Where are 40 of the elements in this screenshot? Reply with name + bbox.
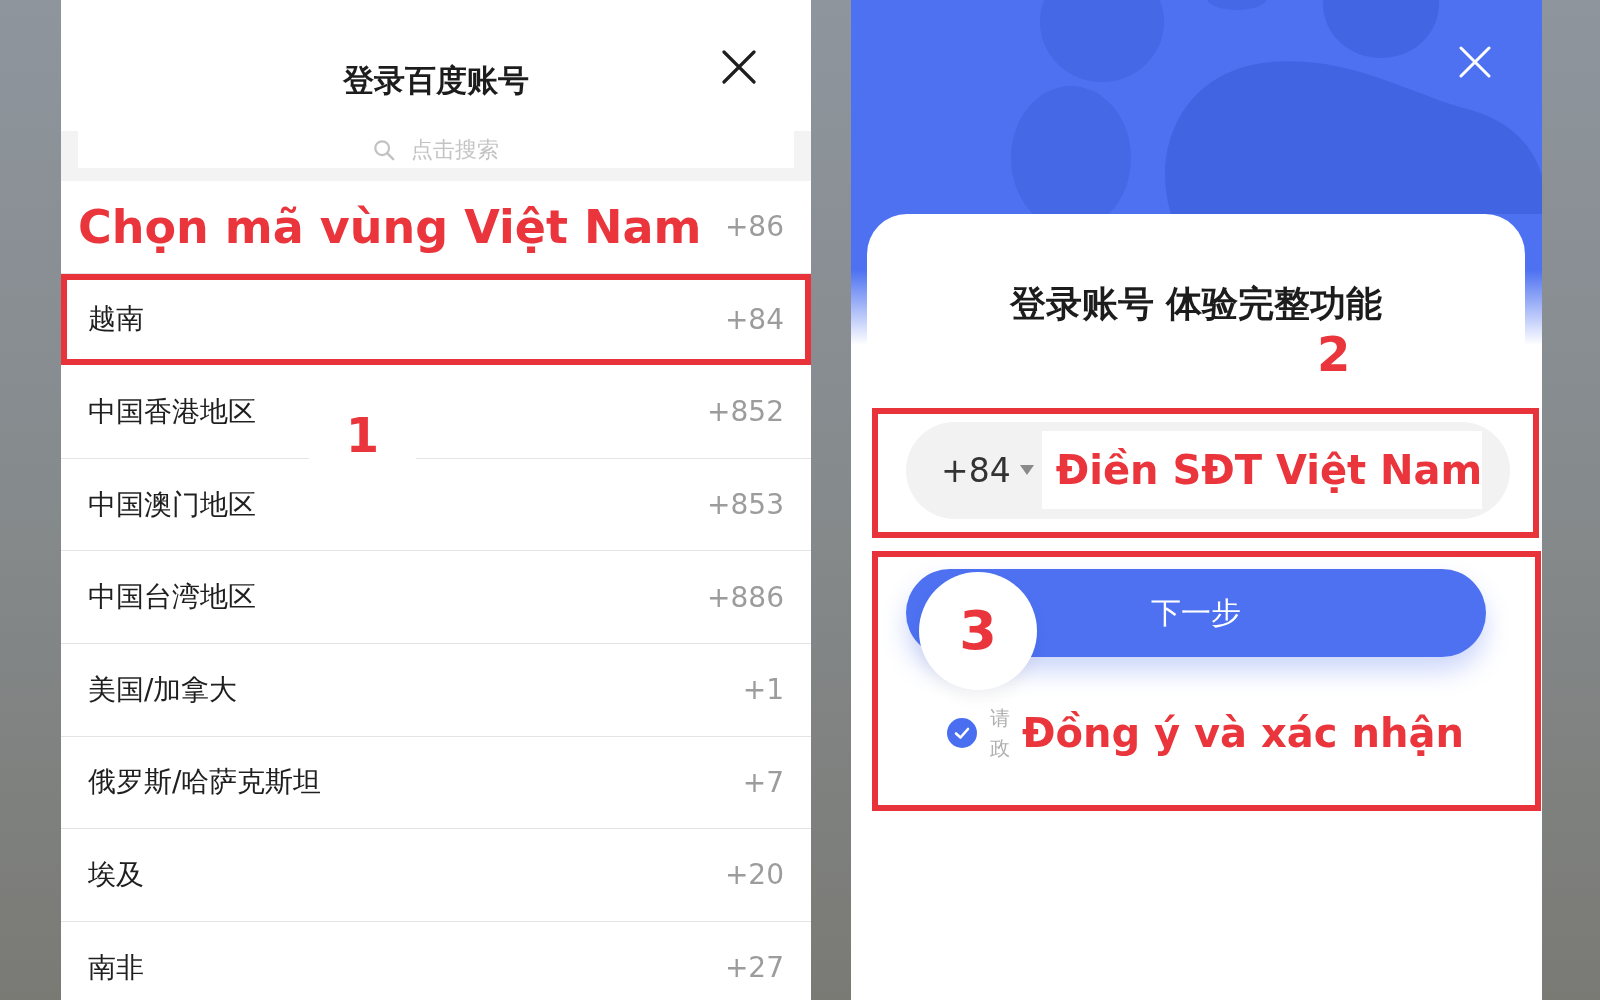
country-row[interactable]: Chọn mã vùng Việt Nam +86: [61, 181, 811, 274]
screen-title: 登录百度账号: [343, 61, 529, 100]
dial-code: +886: [707, 580, 784, 614]
country-code-selector[interactable]: +84: [906, 450, 1034, 490]
search-icon: [373, 138, 395, 161]
step-number: 2: [1317, 330, 1351, 378]
agreement-checkbox[interactable]: [947, 718, 977, 748]
close-button[interactable]: [722, 50, 756, 84]
country-row[interactable]: 越南 +84: [61, 273, 811, 367]
dial-code: +27: [724, 951, 784, 985]
agreement-text: 政: [990, 735, 1010, 762]
dial-code: +853: [707, 488, 784, 522]
country-row[interactable]: 美国/加拿大 +1: [61, 643, 811, 737]
country-row[interactable]: 俄罗斯/哈萨克斯坦 +7: [61, 736, 811, 830]
instruction-caption: Chọn mã vùng Việt Nam: [78, 198, 702, 256]
country-name: 埃及: [88, 856, 144, 893]
country-row[interactable]: 南非 +27: [61, 921, 811, 1000]
country-name: 中国澳门地区: [88, 486, 256, 523]
instruction-caption: Điền SĐT Việt Nam: [1041, 431, 1483, 509]
country-name: 越南: [88, 301, 144, 338]
country-row[interactable]: 埃及 +20: [61, 829, 811, 922]
close-icon: [722, 50, 756, 84]
country-row[interactable]: 中国台湾地区 +886: [61, 551, 811, 644]
country-name: 南非: [88, 949, 144, 986]
dial-code: +84: [724, 302, 784, 336]
country-name: 美国/加拿大: [88, 671, 238, 708]
close-icon: [1459, 46, 1491, 78]
card-title: 登录账号 体验完整功能: [1009, 282, 1383, 326]
phone-field[interactable]: +84 Điền SĐT Việt Nam: [906, 421, 1511, 519]
step-number: 3: [919, 572, 1037, 690]
dial-code: +86: [724, 210, 784, 244]
dial-code: +852: [707, 395, 784, 429]
country-name: 中国台湾地区: [88, 579, 256, 616]
dial-code: +1: [742, 673, 784, 707]
country-name: 中国香港地区: [88, 394, 256, 430]
dial-code: +20: [724, 858, 784, 892]
dial-code: +7: [742, 765, 784, 799]
caret-icon: [1019, 465, 1034, 475]
country-name: 俄罗斯/哈萨克斯坦: [88, 764, 322, 801]
agreement-text: 请: [990, 705, 1010, 732]
